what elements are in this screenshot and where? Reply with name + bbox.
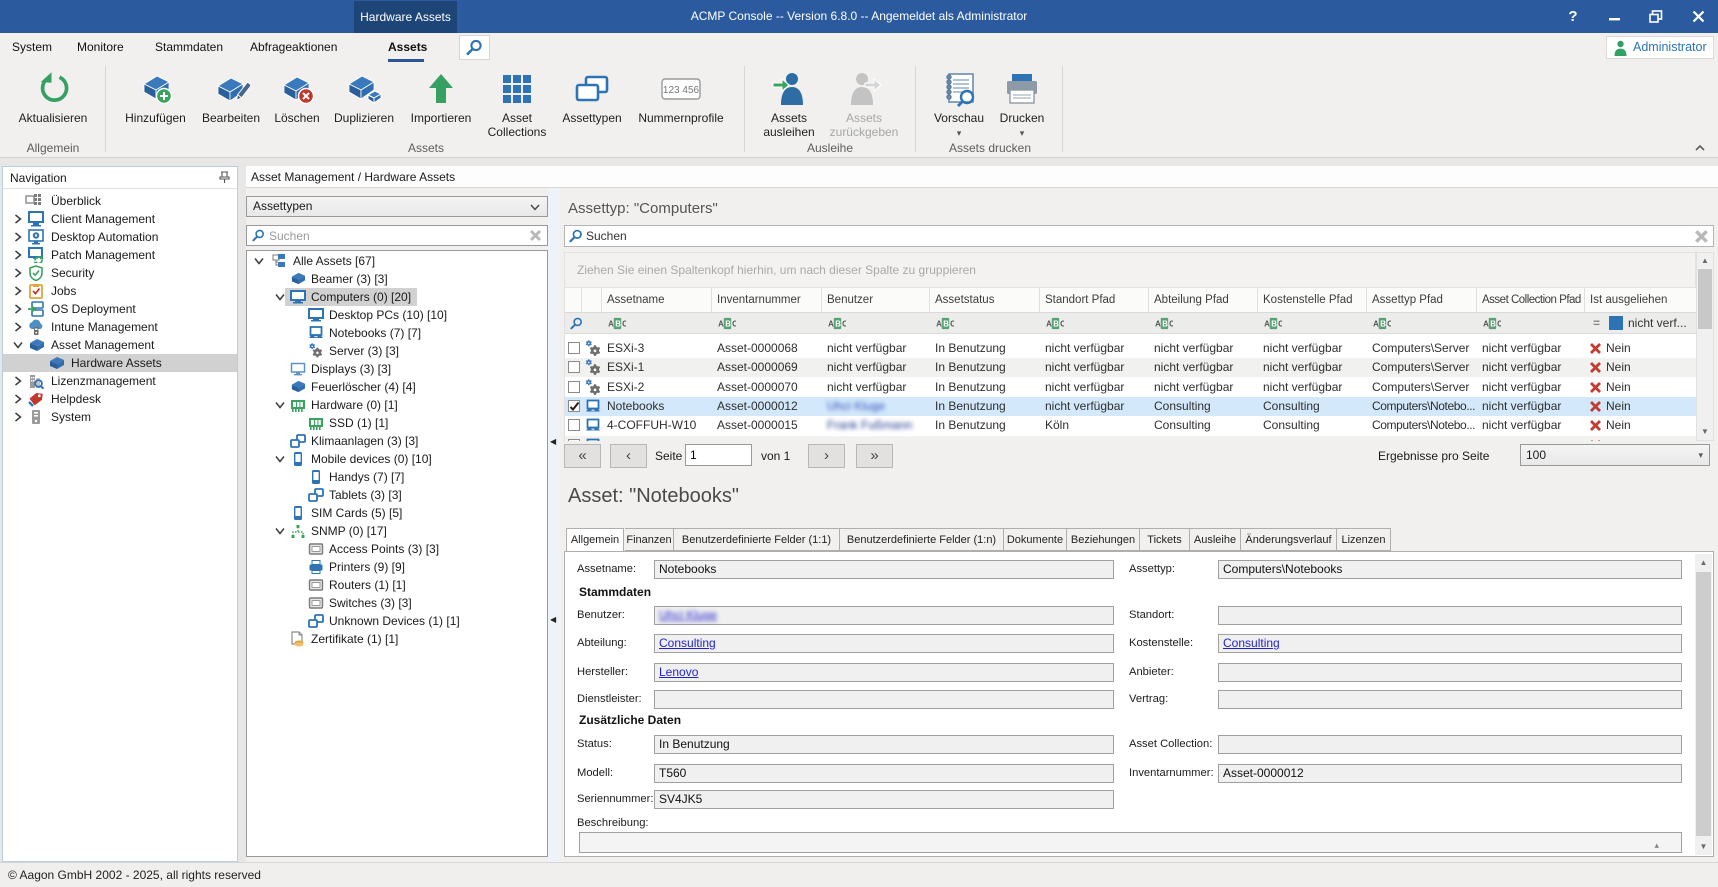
svg-text:123 456: 123 456 <box>663 85 700 96</box>
